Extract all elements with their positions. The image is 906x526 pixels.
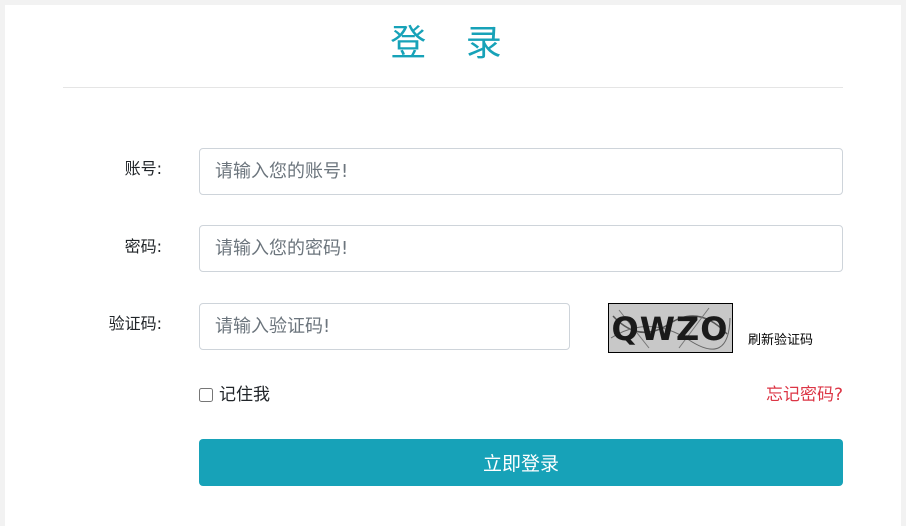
account-label: 账号:	[124, 159, 162, 178]
captcha-image[interactable]: QWZO	[608, 303, 733, 353]
captcha-text: QWZO	[612, 310, 729, 348]
captcha-graphic: QWZO	[609, 304, 732, 352]
remember-me[interactable]: 记住我	[199, 385, 270, 405]
login-button[interactable]: 立即登录	[199, 439, 843, 486]
captcha-input[interactable]	[199, 303, 570, 350]
title-divider	[63, 87, 843, 88]
password-label: 密码:	[124, 237, 162, 256]
account-input[interactable]	[199, 148, 843, 195]
page-title: 登 录	[390, 23, 516, 64]
password-input[interactable]	[199, 225, 843, 272]
captcha-label: 验证码:	[108, 314, 162, 333]
remember-checkbox[interactable]	[199, 388, 213, 402]
refresh-captcha-link[interactable]: 刷新验证码	[748, 333, 813, 349]
remember-label: 记住我	[219, 385, 270, 405]
forgot-password-link[interactable]: 忘记密码?	[766, 385, 843, 405]
